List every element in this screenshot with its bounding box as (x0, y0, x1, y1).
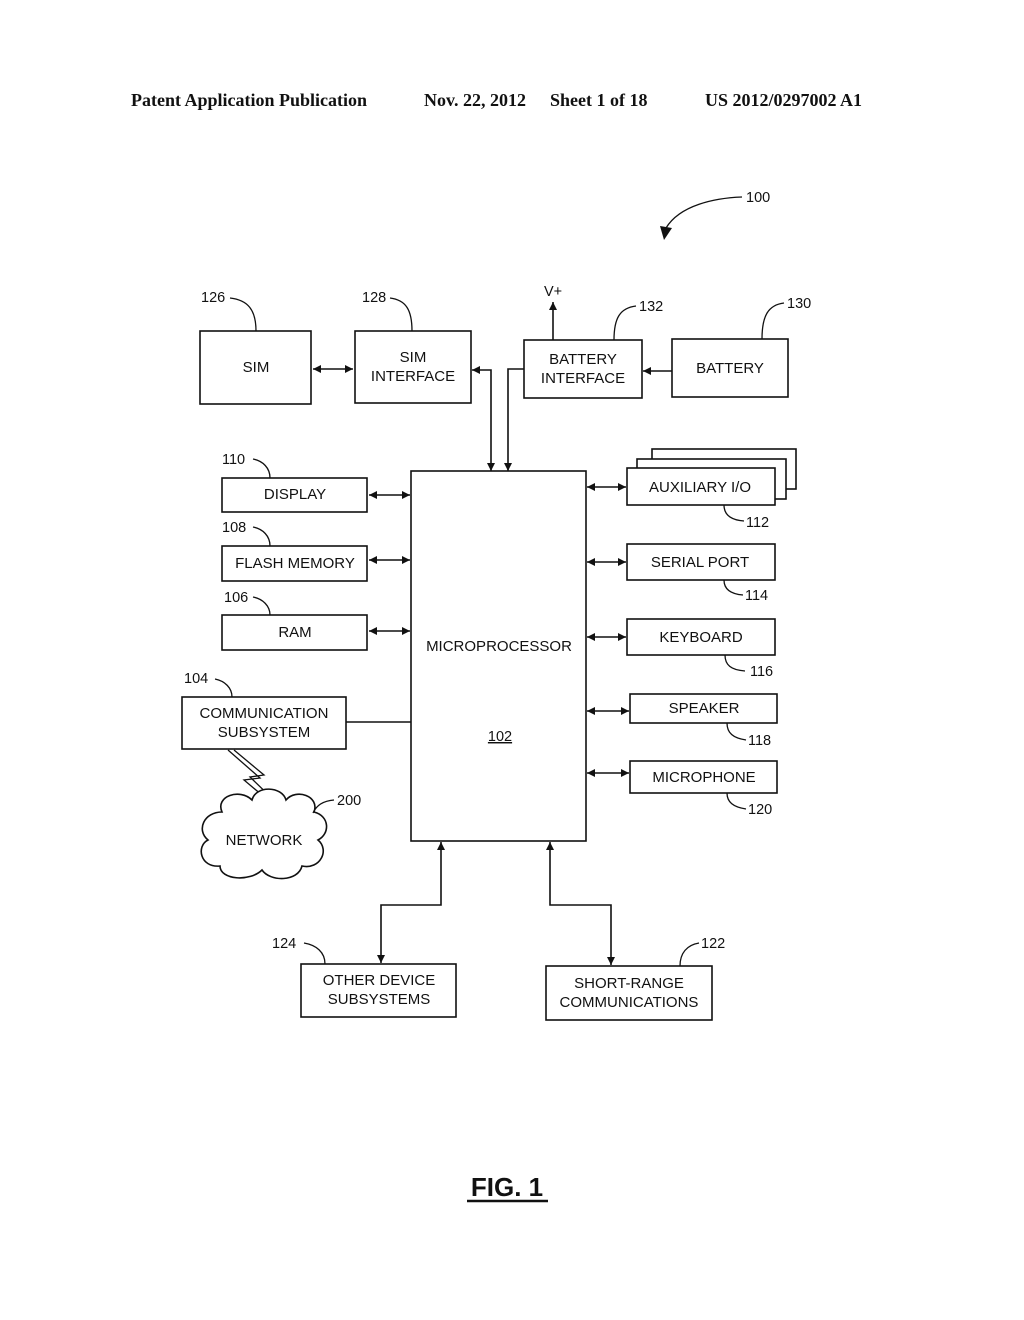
other-device-subsystems-connector (377, 842, 445, 963)
short-range-communications-block: SHORT-RANGE COMMUNICATIONS 122 (545, 936, 725, 1021)
ref-110: 110 (222, 452, 245, 468)
vplus-label: V+ (544, 284, 562, 300)
ram-block: RAM 106 (221, 590, 368, 651)
sim-block: SIM 126 (199, 290, 312, 405)
communication-subsystem-label-line2: SUBSYSTEM (218, 724, 311, 741)
sim-interface-block: SIM INTERFACE 128 (354, 290, 472, 404)
communication-subsystem-label-line1: COMMUNICATION (200, 705, 329, 722)
battery-interface-to-microprocessor-connector (504, 368, 524, 471)
auxiliary-io-block: AUXILIARY I/O 112 (626, 448, 797, 531)
ram-label: RAM (278, 624, 311, 641)
keyboard-label: KEYBOARD (659, 629, 743, 646)
serial-port-block: SERIAL PORT 114 (626, 543, 776, 604)
speaker-label: SPEAKER (669, 700, 740, 717)
other-device-subsystems-label-line2: SUBSYSTEMS (328, 991, 431, 1008)
battery-interface-label-line1: BATTERY (549, 351, 617, 368)
ref-104: 104 (184, 671, 208, 687)
short-range-communications-label-line2: COMMUNICATIONS (560, 994, 699, 1011)
battery-block: BATTERY 130 (671, 296, 811, 398)
microphone-block: MICROPHONE 120 (629, 760, 778, 818)
ref-124: 124 (272, 936, 296, 952)
figure-title: FIG. 1 (471, 1172, 543, 1202)
ref-122: 122 (701, 936, 725, 952)
ref-114: 114 (745, 588, 768, 604)
block-diagram: 100 SIM 126 SIM INTERFACE 128 BATTERY IN… (181, 190, 811, 1203)
network-label: NETWORK (226, 832, 303, 849)
sim-label: SIM (243, 359, 270, 376)
auxiliary-io-label: AUXILIARY I/O (649, 479, 751, 496)
short-range-communications-connector (546, 842, 615, 965)
ref-100: 100 (746, 190, 770, 206)
communication-subsystem-block: COMMUNICATION SUBSYSTEM 104 (181, 671, 347, 750)
battery-interface-label-line2: INTERFACE (541, 370, 625, 387)
ref-130: 130 (787, 296, 811, 312)
device-ref-100: 100 (660, 190, 770, 240)
ref-200: 200 (337, 793, 361, 809)
ref-112: 112 (746, 515, 769, 531)
ref-126: 126 (201, 290, 225, 306)
other-device-subsystems-label-line1: OTHER DEVICE (323, 972, 436, 989)
ref-128: 128 (362, 290, 386, 306)
device-pointer-arrow (660, 226, 672, 240)
battery-interface-block: BATTERY INTERFACE 132 (523, 299, 663, 399)
display-block: DISPLAY 110 (221, 452, 368, 513)
sim-interface-label-line2: INTERFACE (371, 368, 455, 385)
speaker-block: SPEAKER 118 (629, 693, 778, 749)
ref-102: 102 (488, 729, 512, 745)
sim-interface-to-microprocessor-connector (472, 366, 495, 471)
battery-label: BATTERY (696, 360, 764, 377)
ref-120: 120 (748, 802, 772, 818)
flash-memory-label: FLASH MEMORY (235, 555, 355, 572)
ref-108: 108 (222, 520, 246, 536)
flash-memory-block: FLASH MEMORY 108 (221, 520, 368, 582)
other-device-subsystems-block: OTHER DEVICE SUBSYSTEMS 124 (272, 936, 457, 1018)
ref-106: 106 (224, 590, 248, 606)
display-label: DISPLAY (264, 486, 326, 503)
serial-port-label: SERIAL PORT (651, 554, 749, 571)
ref-118: 118 (748, 733, 771, 749)
microprocessor-block: MICROPROCESSOR 102 (410, 470, 587, 842)
ref-116: 116 (750, 664, 773, 680)
network-cloud: NETWORK 200 (200, 788, 361, 880)
keyboard-block: KEYBOARD 116 (626, 618, 776, 680)
microphone-label: MICROPHONE (652, 769, 755, 786)
short-range-communications-label-line1: SHORT-RANGE (574, 975, 684, 992)
microprocessor-label: MICROPROCESSOR (426, 638, 572, 655)
ref-132: 132 (639, 299, 663, 315)
sim-interface-label-line1: SIM (400, 349, 427, 366)
